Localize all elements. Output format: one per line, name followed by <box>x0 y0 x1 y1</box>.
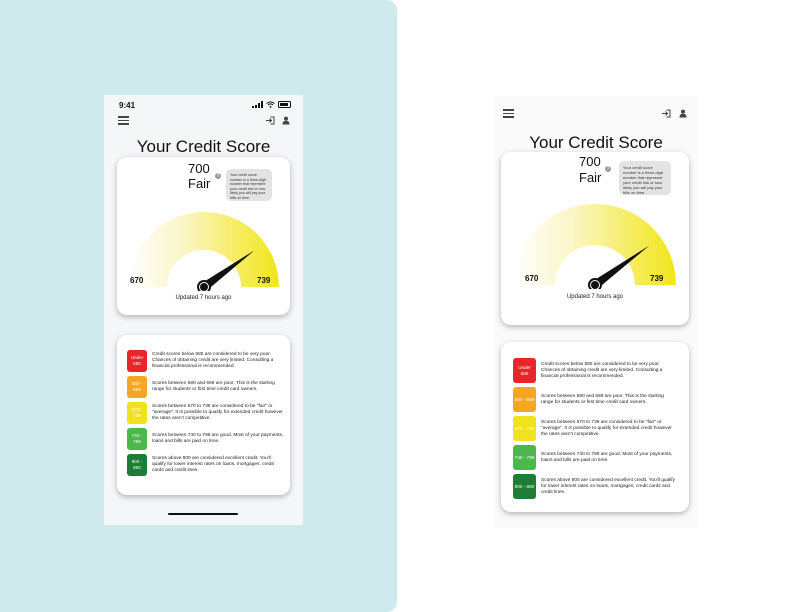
legend-row-fair: 670 - 739 Scores between 670 to 739 are … <box>513 416 677 441</box>
sign-in-icon[interactable] <box>661 109 671 118</box>
legend-desc-good: Scores between 740 to 799 are good. Most… <box>541 451 673 463</box>
legend-badge-good: 740 - 799 <box>513 445 536 470</box>
legend-desc-good: Scores between 740 to 799 are good. Most… <box>152 433 284 444</box>
status-time: 9:41 <box>119 101 136 110</box>
score-value: 700 <box>188 161 210 176</box>
question-icon[interactable]: ? <box>215 173 221 179</box>
score-tooltip: Your credit score number is a three-digi… <box>619 161 671 195</box>
legend-badge-poor: 580 - 669 <box>513 387 536 412</box>
legend-desc-poor: Scores between 580 and 669 are poor. Thi… <box>152 381 275 392</box>
legend-row-very-poor: Under 580 Credit scores below 580 are co… <box>127 350 284 372</box>
legend-row-poor: 580 - 669 Scores between 580 and 669 are… <box>513 387 677 412</box>
legend-row-fair: 670 - 739 Scores between 670 to 739 are … <box>127 402 284 424</box>
score-card: 700 Fair ? Your credit score number is a… <box>501 152 689 325</box>
updated-text: Updated 7 hours ago <box>566 294 624 300</box>
legend-badge-fair: 670 - 739 <box>513 416 536 441</box>
hamburger-menu-icon[interactable] <box>118 116 129 125</box>
legend-card: Under 580 Credit scores below 580 are co… <box>501 342 689 512</box>
score-tooltip: Your credit score number is a three-digi… <box>226 169 272 201</box>
status-bar: 9:41 <box>104 95 303 115</box>
score-value: 700 <box>579 154 601 169</box>
legend-desc-fair: Scores between 670 to 739 are considered… <box>152 404 283 421</box>
legend-desc-very-poor: Credit scores below 580 are considered t… <box>152 352 274 369</box>
home-indicator[interactable] <box>168 512 238 515</box>
legend-row-good: 740 - 799 Scores between 740 to 799 are … <box>513 445 677 470</box>
legend-badge-good: 740 - 799 <box>127 428 147 450</box>
battery-icon <box>278 101 291 108</box>
legend-row-excellent: 800 - 850 Scores above 800 are considere… <box>127 454 284 476</box>
legend-row-poor: 580 - 669 Scores between 580 and 669 are… <box>127 376 284 398</box>
legend-badge-very-poor: Under 580 <box>513 358 536 383</box>
user-icon[interactable] <box>679 109 687 118</box>
legend-desc-poor: Scores between 580 and 669 are poor. Thi… <box>541 393 664 405</box>
range-max-label: 739 <box>257 276 271 285</box>
range-max-label: 739 <box>650 274 664 283</box>
sign-in-icon[interactable] <box>265 116 275 125</box>
legend-badge-excellent: 800 - 850 <box>513 474 536 499</box>
hamburger-menu-icon[interactable] <box>503 109 514 118</box>
legend-row-good: 740 - 799 Scores between 740 to 799 are … <box>127 428 284 450</box>
legend-badge-fair: 670 - 739 <box>127 402 147 424</box>
wifi-icon <box>266 101 275 108</box>
page-title: Your Credit Score <box>136 137 271 156</box>
legend-row-excellent: 800 - 850 Scores above 800 are considere… <box>513 474 677 499</box>
score-rating: Fair <box>579 170 602 185</box>
range-min-label: 670 <box>525 274 539 283</box>
legend-badge-very-poor: Under 580 <box>127 350 147 372</box>
range-min-label: 670 <box>130 276 144 285</box>
legend-badge-excellent: 800 - 850 <box>127 454 147 476</box>
score-card: 700 Fair ? Your credit score number is a… <box>117 157 290 315</box>
page-title: Your Credit Score <box>529 133 663 152</box>
legend-desc-excellent: Scores above 800 are considered excellen… <box>152 456 274 473</box>
legend-badge-poor: 580 - 669 <box>127 376 147 398</box>
cellular-signal-icon <box>252 101 263 108</box>
user-icon[interactable] <box>282 116 290 125</box>
legend-row-very-poor: Under 580 Credit scores below 580 are co… <box>513 358 677 383</box>
legend-desc-fair: Scores between 670 to 739 are considered… <box>541 419 672 437</box>
question-icon[interactable]: ? <box>605 166 611 172</box>
phone-frame: 9:41 Your Credit Score 700 Fair ? Your c… <box>104 95 303 525</box>
screen-frame: Your Credit Score 700 Fair ? Your credit… <box>494 97 698 527</box>
legend-card: Under 580 Credit scores below 580 are co… <box>117 335 290 495</box>
gauge-arc <box>514 204 676 285</box>
legend-desc-very-poor: Credit scores below 580 are considered t… <box>541 361 663 379</box>
score-rating: Fair <box>188 176 211 191</box>
updated-text: Updated 7 hours ago <box>175 295 232 301</box>
legend-desc-excellent: Scores above 800 are considered excellen… <box>541 477 675 495</box>
